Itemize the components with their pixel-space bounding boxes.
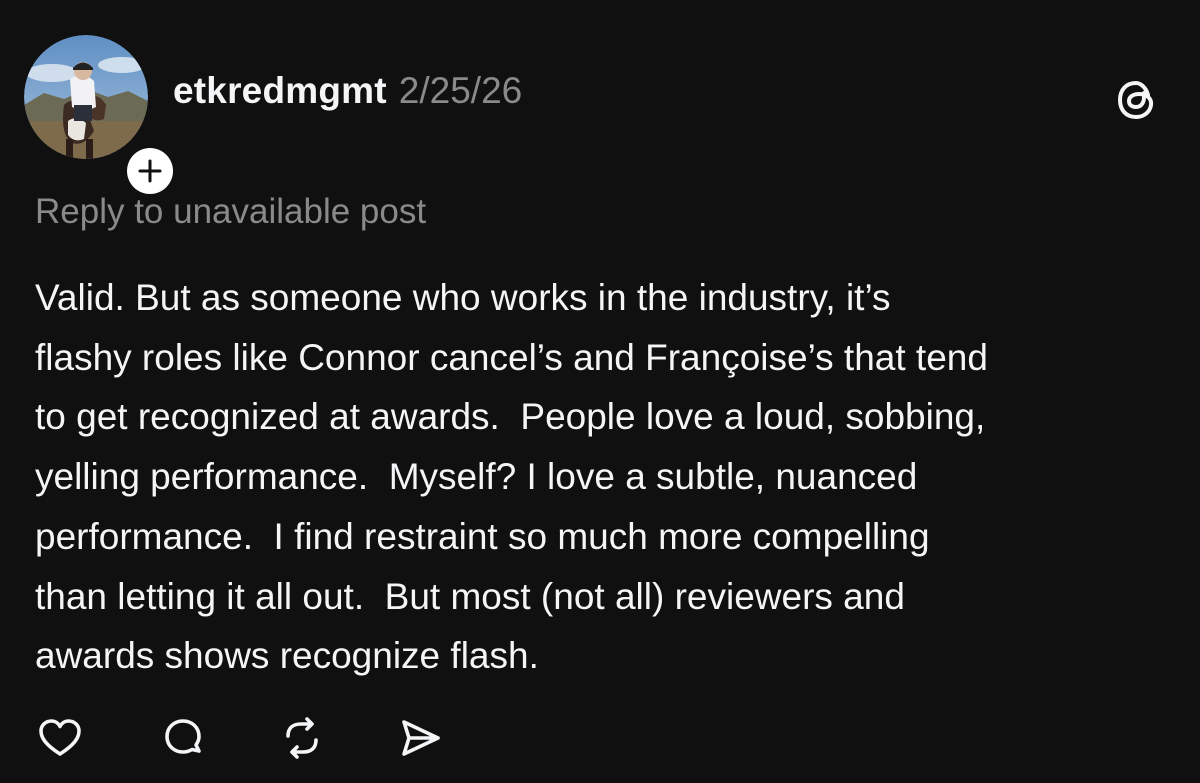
post-text-line: to get recognized at awards. People love… [35,396,986,438]
heart-icon [39,719,81,756]
post-body: Valid. But as someone who works in the i… [35,268,1185,686]
author-avatar-group[interactable] [24,35,179,200]
share-button[interactable] [394,712,446,764]
like-button[interactable] [34,712,86,764]
reply-context[interactable]: Reply to unavailable post [35,192,426,232]
repost-icon [286,717,318,759]
avatar[interactable] [24,35,148,159]
thread-post: etkredmgmt 2/25/26 Reply to unavailable … [0,0,1200,783]
post-text-line: awards shows recognize flash. [35,635,539,677]
send-icon [402,720,440,756]
post-text-line: Valid. But as someone who works in the i… [35,277,891,318]
follow-badge-inner [127,148,173,194]
post-text-line: than letting it all out. But most (not a… [35,575,905,617]
author-username[interactable]: etkredmgmt [173,70,387,112]
post-text-line: flashy roles like Connor cancel’s and Fr… [35,336,988,378]
post-text-line: performance. I find restraint so much mo… [35,515,930,557]
post-header: etkredmgmt 2/25/26 [173,70,522,122]
reply-button[interactable] [157,712,209,764]
plus-icon [138,159,162,183]
repost-button[interactable] [276,712,328,764]
post-timestamp[interactable]: 2/25/26 [399,70,522,112]
comment-bubble-icon [165,719,201,754]
post-text-line: yelling performance. Myself? I love a su… [35,456,918,498]
threads-logo-icon [1112,75,1162,125]
